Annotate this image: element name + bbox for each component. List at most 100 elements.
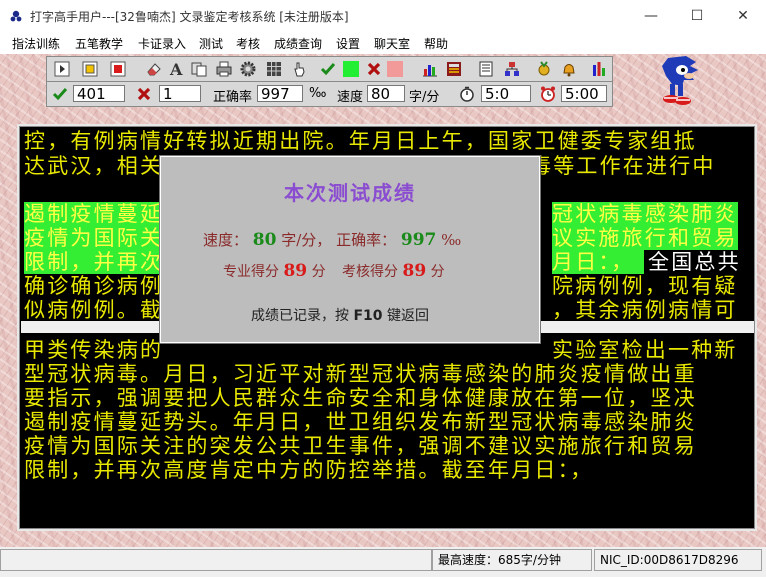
menu-card-entry[interactable]: 卡证录入 (138, 35, 186, 52)
input-line-2: 型冠状病毒。月日，习近平对新型冠状病毒感染的肺炎疫情做出重 (24, 362, 697, 386)
stopwatch-icon (460, 86, 474, 102)
dialog-footer-text-2: 键返回 (386, 308, 429, 324)
menu-help[interactable]: 帮助 (424, 35, 448, 52)
status-nic-id: NIC_ID:00D8617D8296 (594, 549, 762, 571)
menu-test[interactable]: 测试 (199, 35, 223, 52)
settings-gear-icon[interactable] (239, 60, 257, 78)
source-line-2-right: 毒等工作在进行中 (530, 154, 716, 178)
dialog-speed-row: 速度： 80 字/分， 正确率： 997 ‰ (203, 229, 461, 250)
source-line-6: 确诊确诊病例 (24, 274, 164, 298)
dialog-footer: 成绩已记录，按 F10 键返回 (251, 305, 429, 325)
correct-count-field: 401 (73, 85, 125, 103)
equalizer-icon[interactable] (590, 60, 608, 78)
mascot-hedgehog-icon (662, 56, 698, 105)
eraser-icon[interactable] (145, 60, 163, 78)
maximize-button[interactable]: ☐ (674, 0, 720, 32)
dialog-pro-unit: 分 (311, 264, 326, 280)
dialog-footer-text: 成绩已记录，按 (251, 308, 349, 324)
dialog-f10-key: F10 (353, 308, 383, 324)
dialog-speed-label: 速度： (203, 231, 249, 249)
source-line-1: 控，有例病情好转拟近期出院。年月日上午，国家卫健委专家组抵 (24, 129, 697, 153)
dialog-speed-unit: 字/分， (281, 231, 332, 249)
calculator-icon[interactable] (445, 60, 463, 78)
hand-pointer-icon[interactable] (290, 60, 308, 78)
elapsed-time-field: 5:0 (481, 85, 531, 103)
status-max-speed: 最高速度：685字/分钟 (432, 549, 592, 571)
close-button[interactable]: ✕ (720, 0, 766, 32)
menu-settings[interactable]: 设置 (336, 35, 360, 52)
speed-field: 80 (367, 85, 405, 103)
green-swatch-icon[interactable] (342, 60, 360, 78)
error-x-icon (137, 87, 151, 101)
green-check-icon[interactable] (319, 60, 337, 78)
result-dialog: 本次测试成绩 速度： 80 字/分， 正确率： 997 ‰ 专业得分 89 分 … (159, 155, 541, 344)
typed-line-2-right: 议实施旅行和贸易 (552, 226, 738, 250)
menu-fingering[interactable]: 指法训练 (12, 35, 60, 52)
registry-icon[interactable] (477, 60, 495, 78)
red-x-icon[interactable] (365, 60, 383, 78)
font-a-icon[interactable]: A (168, 60, 186, 78)
copy-files-icon[interactable] (190, 60, 208, 78)
dialog-pro-value: 89 (283, 261, 308, 281)
input-line-5: 疫情为国际关注的突发公共卫生事件，强调不建议实施旅行和贸易 (24, 434, 697, 458)
menu-exam[interactable]: 考核 (236, 35, 260, 52)
minimize-icon: — (644, 8, 658, 24)
dialog-pro-label: 专业得分 (223, 264, 279, 280)
typed-line-3: 限制，并再次 (24, 250, 164, 274)
input-line-1: 甲类传染病的 (24, 338, 164, 362)
close-icon: ✕ (737, 8, 749, 24)
menu-wubi[interactable]: 五笔教学 (75, 35, 123, 52)
source-line-6-right: 院病例例，现有疑 (552, 274, 738, 298)
dialog-exam-unit: 分 (430, 264, 445, 280)
correct-check-icon (52, 88, 68, 101)
menu-bar: 指法训练 五笔教学 卡证录入 测试 考核 成绩查询 设置 聊天室 帮助 (0, 32, 766, 54)
input-line-6: 限制，并再次高度肯定中方的防控举措。截至年月日：， (24, 458, 594, 482)
keyboard-grid-icon[interactable] (265, 60, 283, 78)
dialog-exam-label: 考核得分 (342, 264, 399, 280)
play-icon[interactable] (53, 60, 71, 78)
app-logo-icon (10, 10, 22, 22)
input-line-1-right: 实验室检出一种新 (552, 338, 738, 362)
dialog-title: 本次测试成绩 (284, 181, 416, 205)
typed-line-2: 疫情为国际关 (24, 226, 164, 250)
source-line-7: 似病例例。截 (24, 298, 164, 322)
window-title: 打字高手用户---[32鲁喃杰] 文录鉴定考核系统 [未注册版本] (30, 10, 349, 24)
medal-icon[interactable] (535, 60, 553, 78)
status-panel-empty (0, 549, 432, 571)
source-line-2: 达武汉，相关 (24, 154, 164, 178)
bell-icon[interactable] (560, 60, 578, 78)
toolbar: A (46, 56, 613, 82)
minimize-button[interactable]: — (628, 0, 674, 32)
alarm-clock-icon (541, 86, 555, 102)
svg-text:A: A (169, 60, 183, 78)
speed-label: 速度 (337, 90, 364, 105)
input-line-3: 要指示，强调要把人民群众生命安全和身体健康放在第一位，坚决 (24, 386, 697, 410)
menu-score-query[interactable]: 成绩查询 (274, 35, 322, 52)
typed-line-3-rest: 全国总共 (648, 250, 741, 274)
printer-icon[interactable] (215, 60, 233, 78)
bar-chart-icon[interactable] (421, 60, 439, 78)
time-limit-field: 5:00 (561, 85, 607, 103)
stop-square-icon[interactable] (81, 60, 99, 78)
accuracy-label: 正确率 (213, 90, 253, 105)
pink-swatch-icon[interactable] (386, 60, 404, 78)
typed-line-3-right: 月日：， (552, 250, 644, 274)
dialog-accuracy-label: 正确率： (336, 231, 397, 249)
maximize-icon: ☐ (690, 8, 704, 24)
status-bar: 最高速度：685字/分钟 NIC_ID:00D8617D8296 (0, 547, 766, 577)
input-line-4: 遏制疫情蔓延势头。年月日，世卫组织发布新型冠状病毒感染肺炎 (24, 410, 697, 434)
menu-chat-room[interactable]: 聊天室 (374, 35, 410, 52)
dialog-accuracy-value: 997 (400, 230, 437, 250)
typed-line-1: 遏制疫情蔓延 (24, 202, 164, 226)
dialog-exam-value: 89 (402, 261, 427, 281)
speed-unit: 字/分 (409, 90, 440, 105)
accuracy-unit: ‰ (309, 86, 327, 101)
accuracy-field: 997 (257, 85, 303, 103)
title-bar: 打字高手用户---[32鲁喃杰] 文录鉴定考核系统 [未注册版本] — ☐ ✕ (0, 0, 766, 32)
record-square-icon[interactable] (109, 60, 127, 78)
dialog-accuracy-unit: ‰ (441, 231, 462, 249)
typed-line-1-right: 冠状病毒感染肺炎 (552, 202, 738, 226)
source-line-7-right: ，其余病例病情可 (552, 298, 738, 322)
dialog-score-row: 专业得分 89 分 考核得分 89 分 (223, 261, 445, 281)
network-icon[interactable] (503, 60, 521, 78)
